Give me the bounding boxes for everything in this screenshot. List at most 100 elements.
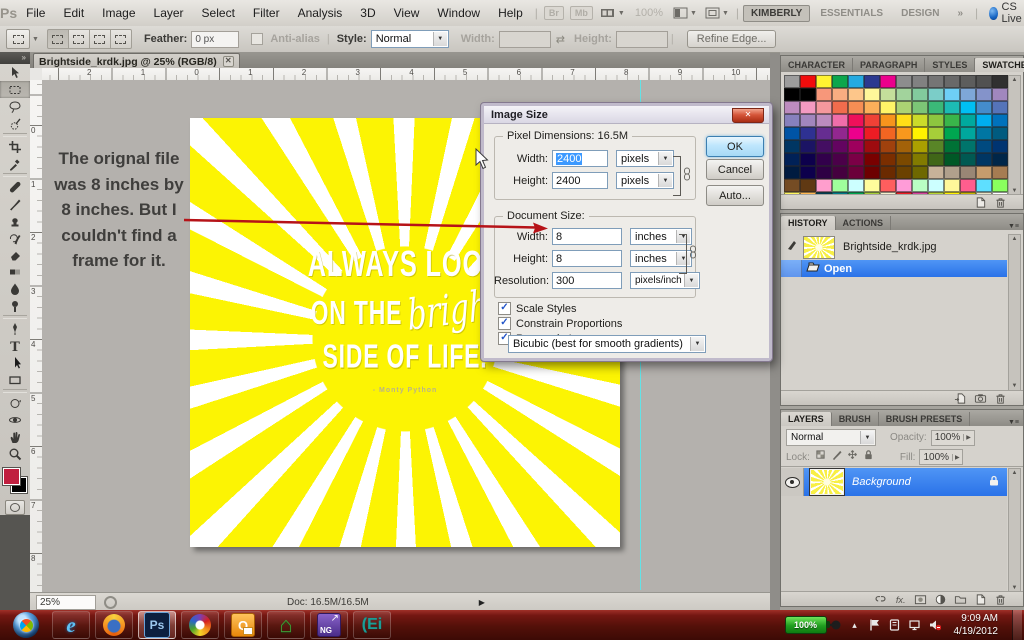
ok-button[interactable]: OK [706, 136, 764, 157]
swatch[interactable] [832, 140, 848, 153]
menu-filter[interactable]: Filter [244, 1, 289, 26]
trash-icon[interactable] [994, 196, 1007, 209]
swatch[interactable] [800, 166, 816, 179]
swatch[interactable] [864, 101, 880, 114]
swatch[interactable] [912, 88, 928, 101]
history-snapshot-row[interactable]: Brightside_krdk.jpg [781, 234, 1007, 260]
swatch[interactable] [816, 114, 832, 127]
swatch[interactable] [944, 101, 960, 114]
swatch[interactable] [928, 153, 944, 166]
swatch[interactable] [928, 75, 944, 88]
view-extras-button[interactable]: ▼ [600, 7, 625, 19]
swatch[interactable] [992, 179, 1008, 192]
swatch[interactable] [944, 179, 960, 192]
scrollbar[interactable]: ▲▼ [1008, 75, 1021, 196]
swatch[interactable] [832, 75, 848, 88]
doc-height-input[interactable]: 8 [552, 250, 622, 267]
new-doc-from-state-icon[interactable] [954, 392, 967, 405]
pixel-width-input[interactable]: 2400 [552, 150, 608, 167]
swatch[interactable] [928, 140, 944, 153]
blend-mode-select[interactable]: Normal ▼ [786, 429, 876, 446]
swatch[interactable] [848, 140, 864, 153]
clone-stamp-tool[interactable] [0, 212, 30, 229]
swatch[interactable] [960, 179, 976, 192]
swatch[interactable] [928, 166, 944, 179]
auto-button[interactable]: Auto... [706, 185, 764, 206]
swatch[interactable] [880, 101, 896, 114]
network-icon[interactable] [908, 618, 922, 632]
swatch[interactable] [848, 75, 864, 88]
swatch[interactable] [976, 166, 992, 179]
pen-tool[interactable] [0, 320, 30, 337]
width-input[interactable] [499, 31, 551, 48]
scroll-up-icon[interactable]: ▲ [1009, 236, 1020, 242]
orbit-3d-tool[interactable] [0, 411, 30, 428]
swatch[interactable] [832, 153, 848, 166]
swatch[interactable] [896, 101, 912, 114]
swatch[interactable] [784, 140, 800, 153]
path-selection-tool[interactable] [0, 354, 30, 371]
resolution-input[interactable]: 300 [552, 272, 622, 289]
swatch[interactable] [784, 153, 800, 166]
battery-indicator[interactable]: 100% [785, 616, 842, 634]
swatch[interactable] [800, 101, 816, 114]
scroll-up-icon[interactable]: ▲ [1009, 77, 1020, 83]
swatch[interactable] [800, 153, 816, 166]
swatch[interactable] [816, 153, 832, 166]
panel-menu-icon[interactable]: ▼≡ [1004, 419, 1023, 426]
status-menu-arrow-icon[interactable]: ▶ [479, 598, 485, 607]
rotate-3d-tool[interactable] [0, 394, 30, 411]
swatch[interactable] [832, 179, 848, 192]
swatch[interactable] [784, 166, 800, 179]
swatch[interactable] [976, 101, 992, 114]
swatch[interactable] [992, 166, 1008, 179]
swatch[interactable] [864, 166, 880, 179]
pixel-height-input[interactable]: 2400 [552, 172, 608, 189]
menu-file[interactable]: File [17, 1, 54, 26]
swatch[interactable] [912, 179, 928, 192]
link-icon[interactable] [874, 593, 887, 606]
clock[interactable]: 9:09 AM 4/19/2012 [954, 612, 999, 638]
swatch[interactable] [864, 179, 880, 192]
tab-brush-presets[interactable]: BRUSH PRESETS [879, 412, 971, 426]
camera-icon[interactable] [974, 392, 987, 405]
swatch[interactable] [848, 88, 864, 101]
dodge-tool[interactable] [0, 297, 30, 314]
swatch[interactable] [816, 88, 832, 101]
tab-brush[interactable]: BRUSH [832, 412, 879, 426]
trash-icon[interactable] [994, 593, 1007, 606]
zoom-level[interactable]: 100% [635, 7, 663, 19]
tab-styles[interactable]: STYLES [925, 58, 975, 72]
swatch[interactable] [992, 153, 1008, 166]
rectangular-marquee-tool[interactable] [0, 81, 30, 98]
tab-character[interactable]: CHARACTER [781, 58, 853, 72]
menu-help[interactable]: Help [489, 1, 532, 26]
swatch[interactable] [960, 75, 976, 88]
arrange-documents-button[interactable]: ▼ [673, 7, 697, 19]
swatch[interactable] [816, 101, 832, 114]
swatch[interactable] [800, 140, 816, 153]
scroll-up-icon[interactable]: ▲ [1009, 470, 1020, 476]
menu-analysis[interactable]: Analysis [289, 1, 352, 26]
swatch[interactable] [976, 140, 992, 153]
swatch[interactable] [848, 153, 864, 166]
swatch[interactable] [960, 127, 976, 140]
history-brush-tool[interactable] [0, 229, 30, 246]
swatch[interactable] [848, 127, 864, 140]
swatch[interactable] [976, 179, 992, 192]
swatch[interactable] [800, 75, 816, 88]
swatch[interactable] [976, 75, 992, 88]
lock-paint-icon[interactable] [831, 448, 842, 466]
swatch[interactable] [880, 88, 896, 101]
swatch[interactable] [832, 88, 848, 101]
menu-window[interactable]: Window [428, 1, 489, 26]
layer-visibility-toggle[interactable] [781, 468, 804, 496]
checkbox-scale-styles[interactable]: ✓Scale Styles [498, 302, 577, 315]
swatch[interactable] [784, 179, 800, 192]
fill-input[interactable]: 100%▶ [919, 449, 963, 465]
scrollbar[interactable]: ▲▼ [1008, 468, 1021, 593]
swatch[interactable] [896, 179, 912, 192]
swatch[interactable] [800, 179, 816, 192]
new-swatch-icon[interactable] [974, 196, 987, 209]
group-icon[interactable] [954, 593, 967, 606]
